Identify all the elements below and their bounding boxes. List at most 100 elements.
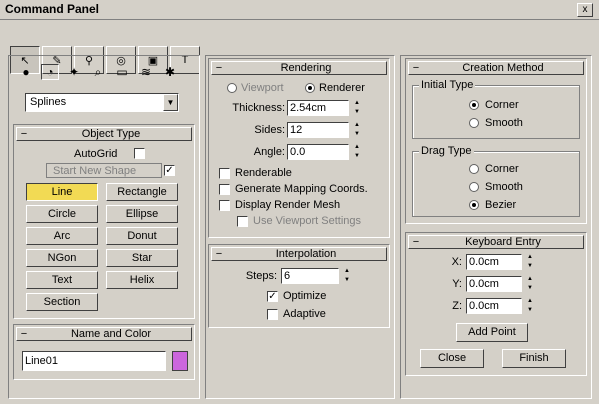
helix-button[interactable]: Helix	[106, 271, 178, 289]
object-type-header[interactable]: − Object Type	[16, 127, 192, 141]
interpolation-header[interactable]: − Interpolation	[211, 247, 387, 261]
y-spinner[interactable]: ▲ ▼	[526, 276, 534, 292]
z-input[interactable]	[466, 298, 522, 314]
sides-label: Sides:	[254, 124, 285, 136]
renderer-radio[interactable]	[305, 83, 315, 93]
sides-spinner[interactable]: ▲ ▼	[353, 122, 361, 138]
spinner-down-icon: ▼	[354, 131, 360, 137]
spinner-up-icon: ▲	[527, 254, 533, 260]
title-bar: Command Panel x	[0, 0, 599, 20]
display-render-mesh-checkbox[interactable]	[219, 200, 230, 211]
initial-type-group: Initial Type Corner Smooth	[412, 79, 580, 139]
spinner-up-icon: ▲	[354, 100, 360, 106]
optimize-checkbox[interactable]: ✓	[267, 291, 278, 302]
creation-method-header[interactable]: − Creation Method	[408, 61, 584, 75]
create-panel-middle: − Rendering Viewport Renderer Thickness:…	[205, 55, 395, 399]
thickness-label: Thickness:	[232, 102, 285, 114]
spinner-up-icon: ▲	[344, 268, 350, 274]
interpolation-rollout: − Interpolation Steps: ▲▼ ✓ Optimize Ada…	[208, 244, 390, 328]
thickness-spinner[interactable]: ▲ ▼	[353, 100, 361, 116]
z-spinner[interactable]: ▲ ▼	[526, 298, 534, 314]
collapse-icon: −	[20, 128, 28, 140]
create-category-bar: ● ◔ ✦ ⌕ ▭ ≋ ✱	[17, 64, 193, 82]
create-panel-left: ● ◔ ✦ ⌕ ▭ ≋ ✱ Splines ▼ − Object Type Au…	[8, 55, 200, 399]
steps-input[interactable]	[281, 268, 339, 284]
rendering-rollout: − Rendering Viewport Renderer Thickness:…	[208, 58, 390, 238]
renderable-checkbox[interactable]	[219, 168, 230, 179]
object-color-swatch[interactable]	[172, 351, 188, 371]
initial-corner-radio[interactable]	[469, 100, 479, 110]
ellipse-button[interactable]: Ellipse	[106, 205, 178, 223]
helpers-icon[interactable]: ▭	[113, 64, 131, 80]
ngon-button[interactable]: NGon	[26, 249, 98, 267]
name-and-color-header[interactable]: − Name and Color	[16, 327, 192, 341]
star-button[interactable]: Star	[106, 249, 178, 267]
drag-corner-radio[interactable]	[469, 164, 479, 174]
spinner-down-icon: ▼	[354, 109, 360, 115]
renderable-label: Renderable	[235, 167, 292, 179]
start-new-shape-label: Start New Shape	[53, 165, 137, 177]
use-viewport-settings-label: Use Viewport Settings	[253, 215, 362, 227]
object-name-input[interactable]	[22, 351, 166, 371]
keyboard-entry-header[interactable]: − Keyboard Entry	[408, 235, 584, 249]
x-input[interactable]	[466, 254, 522, 270]
initial-smooth-radio[interactable]	[469, 118, 479, 128]
donut-button[interactable]: Donut	[106, 227, 178, 245]
keyboard-entry-title: Keyboard Entry	[465, 236, 541, 248]
creation-method-title: Creation Method	[462, 62, 544, 74]
circle-button[interactable]: Circle	[26, 205, 98, 223]
text-button[interactable]: Text	[26, 271, 98, 289]
category-dropdown[interactable]: Splines ▼	[25, 93, 179, 112]
viewport-radio[interactable]	[227, 83, 237, 93]
y-label: Y:	[452, 278, 462, 290]
close-button[interactable]: x	[577, 3, 593, 17]
start-new-shape-checkbox[interactable]: ✓	[164, 165, 175, 176]
systems-icon[interactable]: ✱	[161, 64, 179, 80]
initial-type-label: Initial Type	[419, 79, 476, 91]
add-point-button[interactable]: Add Point	[456, 323, 528, 342]
z-label: Z:	[452, 300, 462, 312]
steps-spinner[interactable]: ▲ ▼	[343, 268, 351, 284]
rendering-header[interactable]: − Rendering	[211, 61, 387, 75]
renderer-label: Renderer	[319, 82, 365, 94]
collapse-icon: −	[215, 248, 223, 260]
category-dropdown-value: Splines	[30, 96, 67, 108]
spinner-up-icon: ▲	[354, 144, 360, 150]
angle-input[interactable]	[287, 144, 349, 160]
sides-input[interactable]	[287, 122, 349, 138]
generate-mapping-checkbox[interactable]	[219, 184, 230, 195]
collapse-icon: −	[412, 236, 420, 248]
y-input[interactable]	[466, 276, 522, 292]
object-type-title: Object Type	[81, 128, 141, 140]
finish-button[interactable]: Finish	[502, 349, 566, 368]
name-and-color-rollout: − Name and Color	[13, 324, 195, 380]
x-spinner[interactable]: ▲ ▼	[526, 254, 534, 270]
spinner-up-icon: ▲	[527, 298, 533, 304]
main-tab-strip: ↖ ✎ ⚲ ◎ ▣ T	[8, 22, 598, 74]
create-panel-right: − Creation Method Initial Type Corner Sm…	[400, 55, 592, 399]
close-button[interactable]: Close	[420, 349, 484, 368]
drag-smooth-radio[interactable]	[469, 182, 479, 192]
cameras-icon[interactable]: ⌕	[89, 64, 107, 80]
geometry-icon[interactable]: ●	[17, 64, 35, 80]
interpolation-title: Interpolation	[275, 248, 337, 260]
shapes-icon[interactable]: ◔	[41, 64, 59, 80]
object-type-rollout: − Object Type AutoGrid Start New Shape ✓…	[13, 124, 195, 319]
drag-bezier-radio[interactable]	[469, 200, 479, 210]
use-viewport-settings-checkbox[interactable]	[237, 216, 248, 227]
line-button[interactable]: Line	[26, 183, 98, 201]
angle-spinner[interactable]: ▲ ▼	[353, 144, 361, 160]
thickness-input[interactable]	[287, 100, 349, 116]
spacewarps-icon[interactable]: ≋	[137, 64, 155, 80]
chevron-down-icon[interactable]: ▼	[163, 94, 178, 111]
spinner-down-icon: ▼	[527, 307, 533, 313]
drag-corner-label: Corner	[485, 163, 519, 175]
autogrid-checkbox[interactable]	[134, 148, 145, 159]
adaptive-checkbox[interactable]	[267, 309, 278, 320]
generate-mapping-label: Generate Mapping Coords.	[235, 183, 368, 195]
drag-type-label: Drag Type	[419, 145, 474, 157]
lights-icon[interactable]: ✦	[65, 64, 83, 80]
section-button[interactable]: Section	[26, 293, 98, 311]
arc-button[interactable]: Arc	[26, 227, 98, 245]
rectangle-button[interactable]: Rectangle	[106, 183, 178, 201]
